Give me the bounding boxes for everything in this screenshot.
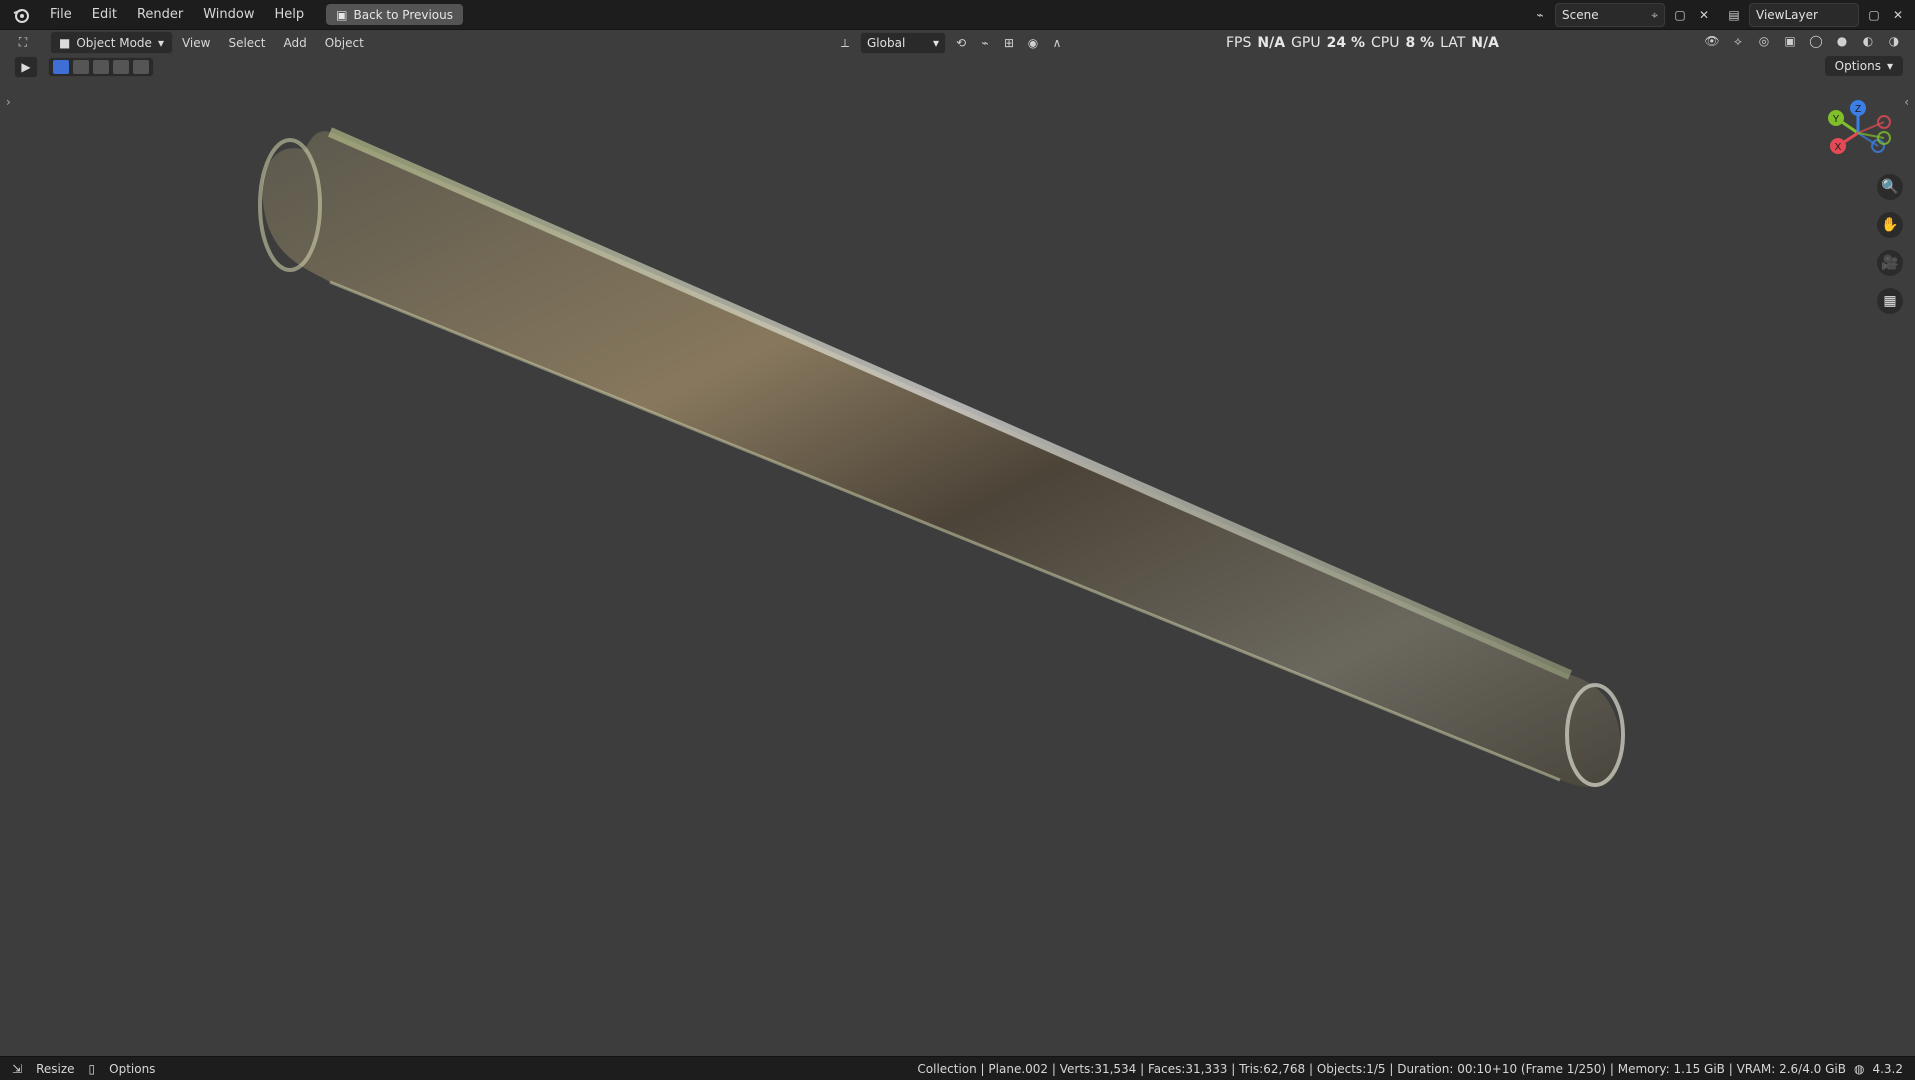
grid-icon[interactable]: ▦ (1877, 288, 1903, 314)
viewport-object (258, 127, 1625, 788)
gizmo-z-label: Z (1855, 104, 1861, 115)
resize-icon: ⇲ (12, 1061, 23, 1076)
tube-body (262, 131, 1621, 788)
status-info: Collection | Plane.002 | Verts:31,534 | … (917, 1061, 1846, 1076)
version-label: 4.3.2 (1872, 1061, 1903, 1076)
tube-underside (329, 280, 1561, 782)
camera-icon[interactable]: 🎥 (1877, 250, 1903, 276)
status-right: Collection | Plane.002 | Verts:31,534 | … (917, 1062, 1903, 1076)
tube-highlight (327, 127, 1573, 680)
gizmo-y-label: Y (1833, 114, 1840, 125)
hand-icon[interactable]: ✋ (1877, 212, 1903, 238)
search-icon[interactable]: 🔍 (1877, 174, 1903, 200)
globe-icon: ◍ (1853, 1061, 1865, 1076)
options-icon: ▯ (88, 1061, 96, 1076)
status-left: ⇲ Resize ▯ Options (12, 1062, 155, 1076)
gizmo-x-label: X (1835, 142, 1842, 153)
status-options-label: Options (109, 1061, 156, 1076)
navigation-gizmo[interactable]: Y Z X (1818, 98, 1898, 168)
status-bar: ⇲ Resize ▯ Options Collection | Plane.00… (0, 1056, 1915, 1080)
viewport-navigation-icons: 🔍 ✋ 🎥 ▦ (1877, 174, 1903, 314)
resize-label: Resize (36, 1061, 75, 1076)
